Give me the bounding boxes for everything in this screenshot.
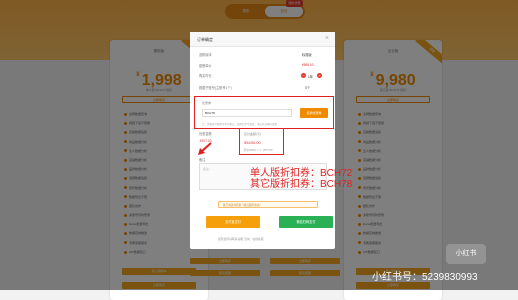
remark-placeholder: 备注... <box>203 167 212 171</box>
coupon-code-line: 其它版折扣券：BCH78 <box>250 179 353 190</box>
agreement-checkbox[interactable]: 我已阅读并同意《会员服务协议》 <box>218 201 318 208</box>
payable-box: 应付金额(元) ¥5430.00 原价¥6007 × 1 - ¥577.00 <box>239 128 284 155</box>
duration-value: 1年 <box>308 74 313 79</box>
coupon-label: 优惠券 <box>202 101 212 105</box>
close-icon[interactable]: × <box>325 35 329 42</box>
row-value-price: ¥568.00 <box>302 63 314 67</box>
row-label-duration: 购买时长 <box>199 74 212 78</box>
discount-label: 优惠金额 <box>199 132 212 136</box>
coupon-code-line: 单人版折扣券：BCH72 <box>250 168 353 179</box>
payable-label: 应付金额(元) <box>244 132 261 136</box>
minus-icon[interactable]: − <box>301 73 306 78</box>
coupon-input[interactable] <box>202 109 292 117</box>
payable-value: ¥5430.00 <box>244 140 261 145</box>
modal-header: 订单确定 × <box>190 32 335 47</box>
coupon-codes-overlay: 单人版折扣券：BCH72 其它版折扣券：BCH78 <box>250 168 352 190</box>
row-label-version: 选购版本 <box>199 53 212 57</box>
wechat-pay-button[interactable]: 微信扫码支付 <box>279 216 333 228</box>
row-value-version: 标准版 <box>302 53 312 57</box>
coupon-section: 优惠券 使用优惠券 注：优惠券只能用于本次购买，使用后不可退还，请在有效期内使用 <box>194 96 334 129</box>
modal-title: 订单确定 <box>197 37 213 42</box>
watermark-id: 小红书号：5239830993 <box>372 272 478 283</box>
payable-note: 原价¥6007 × 1 - ¥577.00 <box>244 149 273 152</box>
coupon-note: 注：优惠券只能用于本次购买，使用后不可退还，请在有效期内使用 <box>202 123 278 126</box>
modal-footer: 如有疑问请联系客服 咨询：在线客服 <box>218 237 264 241</box>
apply-coupon-button[interactable]: 使用优惠券 <box>300 108 328 118</box>
remark-label: 备注 <box>199 158 206 162</box>
row-label-subaccount: 数据子账号(主账号1个) <box>199 86 232 90</box>
alipay-button[interactable]: 支付宝支付 <box>206 216 260 228</box>
plus-icon[interactable]: + <box>317 73 322 78</box>
duration-stepper: − 1年 + <box>301 73 323 79</box>
row-label-price: 套餐单价 <box>199 64 212 68</box>
red-arrow-icon <box>198 142 212 155</box>
row-value-subaccount: 0个 <box>305 86 310 90</box>
watermark-badge: 小红书 <box>446 244 486 264</box>
